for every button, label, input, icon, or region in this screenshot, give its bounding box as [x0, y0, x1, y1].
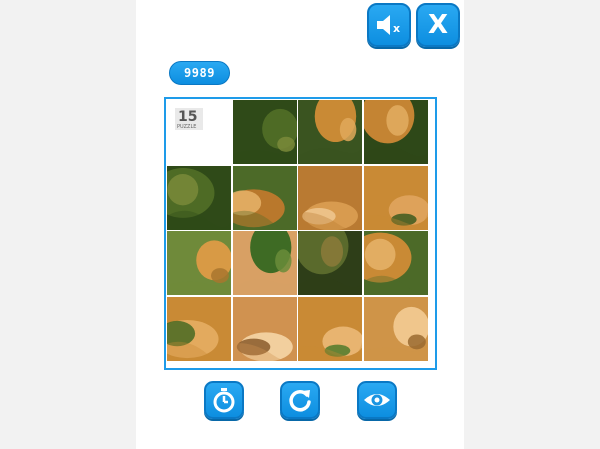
puzzle-tile[interactable] — [298, 231, 362, 295]
tile-image — [363, 296, 428, 361]
tile-image — [232, 296, 297, 361]
puzzle-tile[interactable] — [167, 165, 231, 230]
puzzle-tile[interactable] — [232, 231, 297, 295]
logo-subtext: PUZZLE — [177, 124, 197, 130]
close-button[interactable]: X — [416, 3, 460, 47]
puzzle-tile[interactable] — [298, 100, 362, 164]
empty-tile[interactable]: 15 PUZZLE — [167, 100, 231, 164]
puzzle-tile[interactable] — [232, 296, 297, 361]
puzzle-tile[interactable] — [298, 165, 362, 230]
puzzle-tile[interactable] — [363, 100, 428, 164]
puzzle-tile[interactable] — [232, 100, 297, 164]
logo-number: 15 — [178, 109, 198, 125]
tile-image — [298, 165, 362, 230]
tile-image — [232, 231, 297, 295]
puzzle-tile[interactable] — [363, 296, 428, 361]
preview-button[interactable] — [357, 381, 397, 419]
stopwatch-icon — [213, 388, 235, 413]
mute-button[interactable]: x — [367, 3, 411, 47]
puzzle-board: 15 PUZZLE — [164, 97, 437, 370]
score-counter: 9989 — [169, 61, 230, 85]
puzzle-tile[interactable] — [298, 296, 362, 361]
puzzle-tile[interactable] — [363, 231, 428, 295]
close-label: X — [427, 10, 449, 40]
tile-image — [167, 296, 231, 361]
speaker-muted-icon: x — [377, 15, 400, 35]
timer-button[interactable] — [204, 381, 244, 419]
tile-image — [363, 165, 428, 230]
tile-image — [167, 231, 231, 295]
puzzle-tile[interactable] — [363, 165, 428, 230]
restart-button[interactable] — [280, 381, 320, 419]
tile-image — [298, 296, 362, 361]
tile-image — [298, 100, 362, 164]
eye-icon — [364, 394, 390, 406]
puzzle-tile[interactable] — [167, 296, 231, 361]
puzzle-tile[interactable] — [232, 165, 297, 230]
tile-image — [363, 231, 428, 295]
tile-image — [232, 100, 297, 164]
tile-image — [167, 165, 231, 230]
tile-image — [298, 231, 362, 295]
tile-image — [363, 100, 428, 164]
tile-image — [232, 165, 297, 230]
puzzle-tile[interactable] — [167, 231, 231, 295]
restart-icon — [289, 390, 311, 412]
game-logo: 15 PUZZLE — [175, 108, 203, 130]
svg-text:x: x — [393, 22, 400, 35]
